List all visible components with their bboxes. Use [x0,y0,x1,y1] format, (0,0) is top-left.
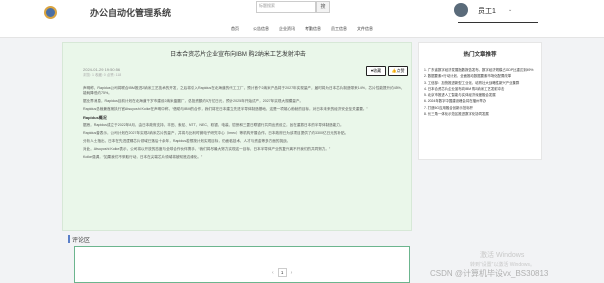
article-paragraph: 据悉，Rapidus成立于2022年8月，由日本政府支持，丰田、索尼、NTT、N… [83,123,344,127]
article-paragraph: 据业界消息，Rapidus目前计划在北海道千岁市建设2纳米晶圆厂，总投资额约5万… [83,99,304,103]
article-stats: 浏览: 1 收藏: 0 点赞: 118 [83,73,122,77]
nav-files[interactable]: 文件信息 [352,26,378,32]
article-subheading: Rapidus概况 [83,115,107,120]
app-title: 办公自动化管理系统 [90,8,172,18]
article-paragraph: Koike强调，“如果我们不采取行动，日本在尖端芯片领域将被彻底边缘化。” [83,155,203,159]
page-number[interactable]: 1 [277,268,287,277]
nav-home[interactable]: 首页 [222,26,248,32]
article-paragraph: Rapidus总裁兼首席执行官Atsuyoshi Koike在声明中称，“借助与… [83,107,368,111]
sidebar-article-link[interactable]: 8. 长三角一体化示范区推进数字化协同发展 [419,111,541,117]
comment-heading: 评论区 [72,238,91,244]
article-paragraph: 对此，Atsuyoshi Koike表示，公司将以开放的态度与全球合作伙伴携手，… [83,147,331,151]
article-body: 声明称，Rapidus公司将联合IBM推进2纳米工艺技术的开发，之后将引入Rap… [83,86,405,163]
nav-attendance[interactable]: 考勤信息 [300,26,326,32]
article-title: 日本合资芯片企业宣布向IBM 购2纳米工艺发射冲击 [170,52,306,58]
hot-articles-sidebar: 热门文章推荐 1. 广东省数字经济发展指数报告发布，数字经济规模占GDP比重达到… [418,42,542,160]
comment-textarea[interactable] [74,246,410,283]
prev-page-icon[interactable]: ‹ [272,270,274,276]
next-page-icon[interactable]: › [291,270,293,276]
search-button[interactable]: 搜 [316,1,330,13]
search-input[interactable]: 标题搜索 [256,1,316,13]
article-paragraph: 声明称，Rapidus公司将联合IBM推进2纳米工艺技术的开发，之后将引入Rap… [83,86,405,95]
csdn-watermark: CSDN @计算机毕设vx_BS30813 [430,269,549,278]
article-date: 2024-01-29 19:50:56 [83,67,121,72]
header-divider [458,22,538,23]
article-panel: 日本合资芯片企业宣布向IBM 购2纳米工艺发射冲击 2024-01-29 19:… [62,42,412,231]
top-header: 办公自动化管理系统 标题搜索 搜 首页 公告信息 企业资讯 考勤信息 员工信息 … [0,0,604,38]
comment-accent-bar [68,235,70,243]
article-paragraph: Rapidus曾表示，公司计划在2027年实现2纳米芯片的量产，并将与比利时微电… [83,131,349,135]
nav-employees[interactable]: 员工信息 [326,26,352,32]
user-name[interactable]: 员工1 [478,6,496,16]
nav-news[interactable]: 企业资讯 [274,26,300,32]
nav-notices[interactable]: 公告信息 [248,26,274,32]
like-button[interactable]: 👍点赞 [388,66,408,76]
windows-activation-title: 激活 Windows [480,252,525,259]
chevron-down-icon[interactable]: ⌄ [508,7,512,13]
sidebar-title: 热门文章推荐 [463,52,497,58]
main-nav: 首页 公告信息 企业资讯 考勤信息 员工信息 文件信息 [222,26,378,32]
favorite-button[interactable]: ♥收藏 [366,66,386,76]
app-logo [44,6,57,19]
avatar[interactable] [454,3,468,17]
pagination: ‹ 1 › [272,268,292,277]
windows-activation-hint: 转到“设置”以激活 Windows。 [470,262,536,268]
article-paragraph: 分析人士指出，日本在先进逻辑芯片领域已落后十余年，Rapidus若想按计划实现目… [83,139,291,143]
